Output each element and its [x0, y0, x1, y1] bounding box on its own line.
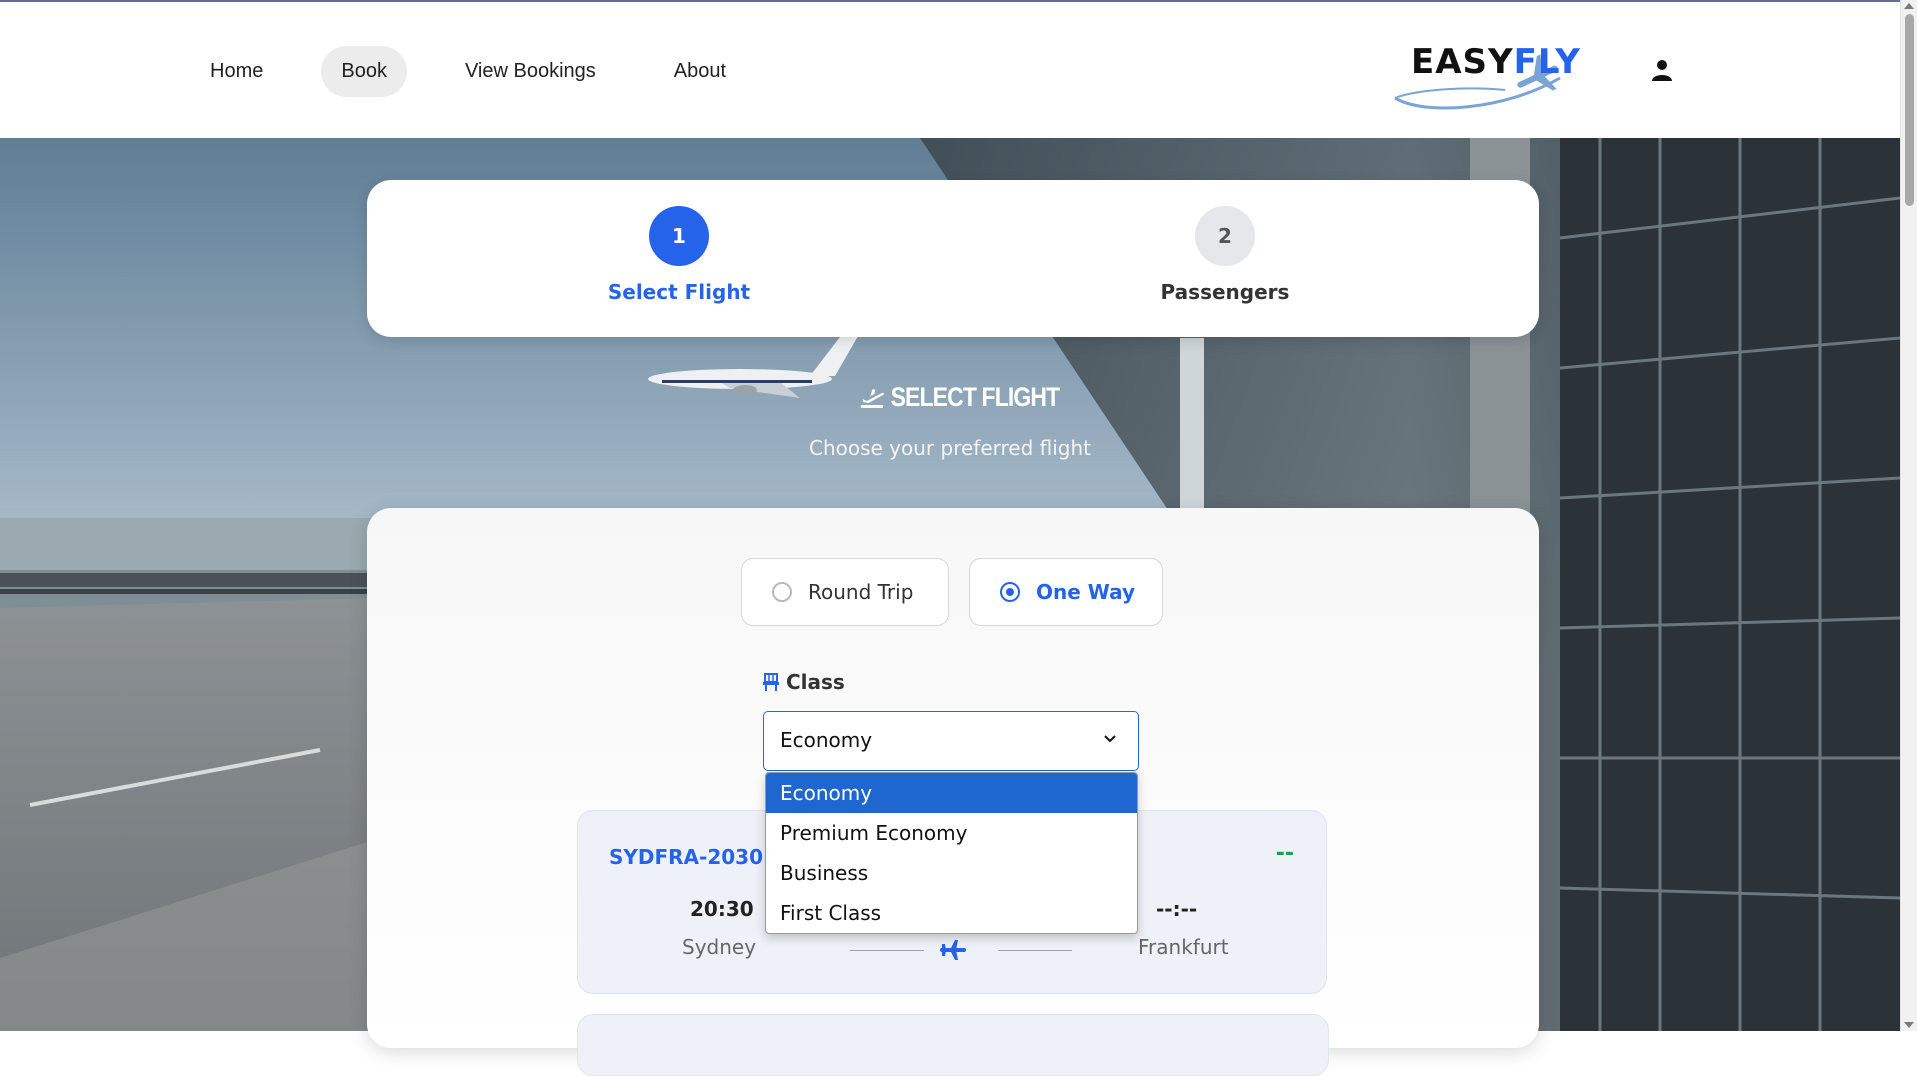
- arrival-city: Frankfurt: [1138, 935, 1229, 959]
- flight-status: --: [1275, 841, 1294, 866]
- class-option-business[interactable]: Business: [766, 853, 1137, 893]
- step-select-flight[interactable]: 1 Select Flight: [579, 206, 779, 304]
- section-title: SELECT FLIGHT: [860, 382, 1061, 413]
- logo-text-fly: FLY: [1513, 42, 1581, 82]
- plane-departure-icon: [860, 388, 884, 408]
- scroll-down-arrow[interactable]: [1904, 1022, 1914, 1028]
- scroll-up-arrow[interactable]: [1904, 3, 1914, 9]
- route-line: [850, 950, 924, 951]
- class-option-premium-economy[interactable]: Premium Economy: [766, 813, 1137, 853]
- arrival-time: --:--: [1156, 897, 1198, 921]
- round-trip-option[interactable]: Round Trip: [741, 558, 949, 626]
- departure-city: Sydney: [682, 935, 757, 959]
- departure-time: 20:30: [690, 897, 754, 921]
- one-way-label: One Way: [1036, 580, 1136, 604]
- flight-result-card[interactable]: [577, 1014, 1329, 1076]
- one-way-option[interactable]: One Way: [969, 558, 1163, 626]
- chevron-down-icon: [1104, 735, 1116, 743]
- section-title-text: SELECT FLIGHT: [890, 382, 1061, 412]
- step-number: 1: [649, 206, 709, 266]
- class-dropdown-list: Economy Premium Economy Business First C…: [765, 772, 1138, 934]
- step-label: Select Flight: [607, 280, 751, 304]
- booking-stepper: 1 Select Flight 2 Passengers: [367, 180, 1539, 337]
- nav-book[interactable]: Book: [321, 46, 407, 97]
- user-icon[interactable]: [1650, 58, 1674, 82]
- scroll-thumb[interactable]: [1905, 14, 1914, 206]
- main-nav: Home Book View Bookings About: [190, 46, 784, 97]
- class-select-value: Economy: [780, 728, 873, 752]
- class-label: Class: [762, 670, 845, 694]
- plane-icon: [940, 940, 966, 960]
- class-option-first-class[interactable]: First Class: [766, 893, 1137, 933]
- logo-text: EASYFLY: [1411, 42, 1581, 82]
- step-passengers[interactable]: 2 Passengers: [1125, 206, 1325, 304]
- step-label: Passengers: [1160, 280, 1290, 304]
- class-select[interactable]: Economy: [763, 711, 1139, 771]
- logo-text-easy: EASY: [1411, 42, 1514, 82]
- nav-about[interactable]: About: [654, 46, 746, 97]
- seat-icon: [763, 673, 779, 691]
- nav-home[interactable]: Home: [190, 46, 283, 97]
- easyfly-logo[interactable]: EASYFLY: [1385, 38, 1585, 122]
- top-header: Home Book View Bookings About EASYFLY: [0, 0, 1900, 138]
- step-number: 2: [1195, 206, 1255, 266]
- round-trip-radio[interactable]: [772, 582, 792, 602]
- class-label-text: Class: [786, 670, 845, 694]
- class-option-economy[interactable]: Economy: [766, 773, 1137, 813]
- section-subtitle: Choose your preferred flight: [808, 436, 1092, 460]
- nav-view-bookings[interactable]: View Bookings: [445, 46, 616, 97]
- route-line: [998, 950, 1072, 951]
- page-scrollbar[interactable]: [1900, 0, 1917, 1031]
- flight-code: SYDFRA-2030: [609, 845, 763, 869]
- round-trip-label: Round Trip: [808, 580, 914, 604]
- one-way-radio[interactable]: [1000, 582, 1020, 602]
